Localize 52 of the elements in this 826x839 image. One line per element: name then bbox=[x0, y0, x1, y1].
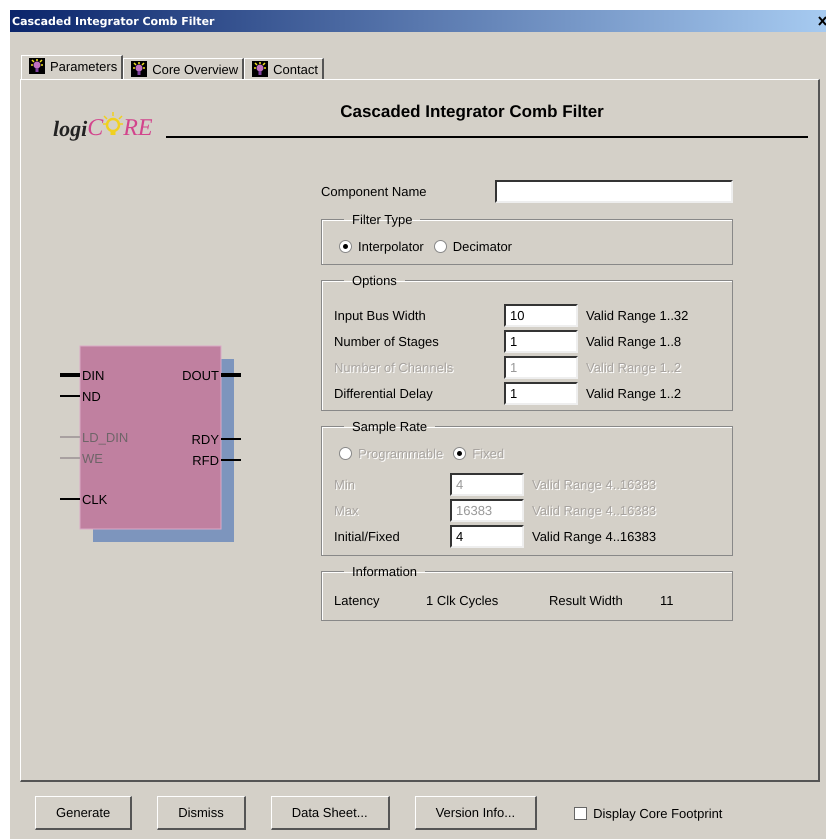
pin-label: DIN bbox=[82, 368, 104, 383]
text-field: 4 bbox=[450, 472, 524, 496]
info-text: Latency bbox=[334, 593, 381, 608]
group-title: Options bbox=[351, 273, 398, 288]
bulb-icon bbox=[131, 61, 148, 77]
dialog-button[interactable]: Dismiss bbox=[157, 796, 246, 830]
pin-label: RFD bbox=[192, 453, 219, 468]
checkbox[interactable]: Display Core Footprint bbox=[574, 806, 722, 820]
text-field[interactable] bbox=[495, 180, 733, 202]
info-text: 1 Clk Cycles bbox=[426, 593, 500, 608]
field-label: Differential Delay bbox=[334, 386, 434, 400]
group-title: Sample Rate bbox=[351, 419, 428, 434]
pin-label: CLK bbox=[82, 492, 108, 507]
range-hint: Valid Range 1..32 bbox=[586, 308, 688, 322]
pin-label: ND bbox=[82, 389, 101, 404]
info-text: 11 bbox=[660, 593, 674, 608]
close-icon[interactable] bbox=[818, 15, 826, 27]
pin-label: DOUT bbox=[182, 368, 219, 383]
range-hint: Valid Range 4..16383 bbox=[532, 528, 656, 544]
pin-label: WE bbox=[82, 451, 103, 466]
dialog-button[interactable]: Generate bbox=[35, 796, 132, 830]
pin-label: LD_DIN bbox=[82, 430, 128, 445]
text-field[interactable]: 10 bbox=[504, 304, 578, 326]
bulb-icon bbox=[29, 58, 45, 74]
field-label: Number of Stages bbox=[334, 334, 440, 348]
tab[interactable]: Parameters bbox=[21, 55, 124, 79]
text-field: 16383 bbox=[450, 498, 524, 522]
dialog-button[interactable]: Data Sheet... bbox=[270, 796, 390, 830]
range-hint: Valid Range 1..8 bbox=[586, 334, 682, 348]
info-text: Result Width bbox=[549, 593, 624, 608]
text-field[interactable]: 1 bbox=[504, 382, 578, 404]
logo: logiC RE bbox=[53, 112, 166, 142]
text-field: 1 bbox=[504, 356, 578, 378]
panel-heading: Cascaded Integrator Comb Filter bbox=[340, 102, 604, 122]
radio-button[interactable]: Decimator bbox=[434, 239, 512, 254]
radio-circle[interactable] bbox=[339, 240, 352, 253]
window-title: Cascaded Integrator Comb Filter bbox=[11, 14, 214, 28]
tab[interactable]: Contact bbox=[244, 58, 324, 79]
field-label: Input Bus Width bbox=[334, 308, 427, 322]
radio-button[interactable]: Interpolator bbox=[339, 239, 424, 254]
text-field[interactable]: 1 bbox=[504, 330, 578, 352]
bulb-icon bbox=[252, 61, 268, 77]
pin-label: RDY bbox=[192, 432, 219, 447]
range-hint: Valid Range 1..2 bbox=[586, 386, 682, 400]
dialog-button[interactable]: Version Info... bbox=[414, 796, 538, 830]
field-label: Component Name bbox=[321, 184, 426, 198]
text-field[interactable]: 4 bbox=[450, 524, 524, 548]
tab[interactable]: Core Overview bbox=[123, 58, 244, 79]
radio-circle[interactable] bbox=[434, 240, 447, 253]
group-title: Information bbox=[351, 564, 418, 579]
group-title: Filter Type bbox=[351, 212, 414, 227]
field-label: Initial/Fixed bbox=[334, 528, 401, 544]
